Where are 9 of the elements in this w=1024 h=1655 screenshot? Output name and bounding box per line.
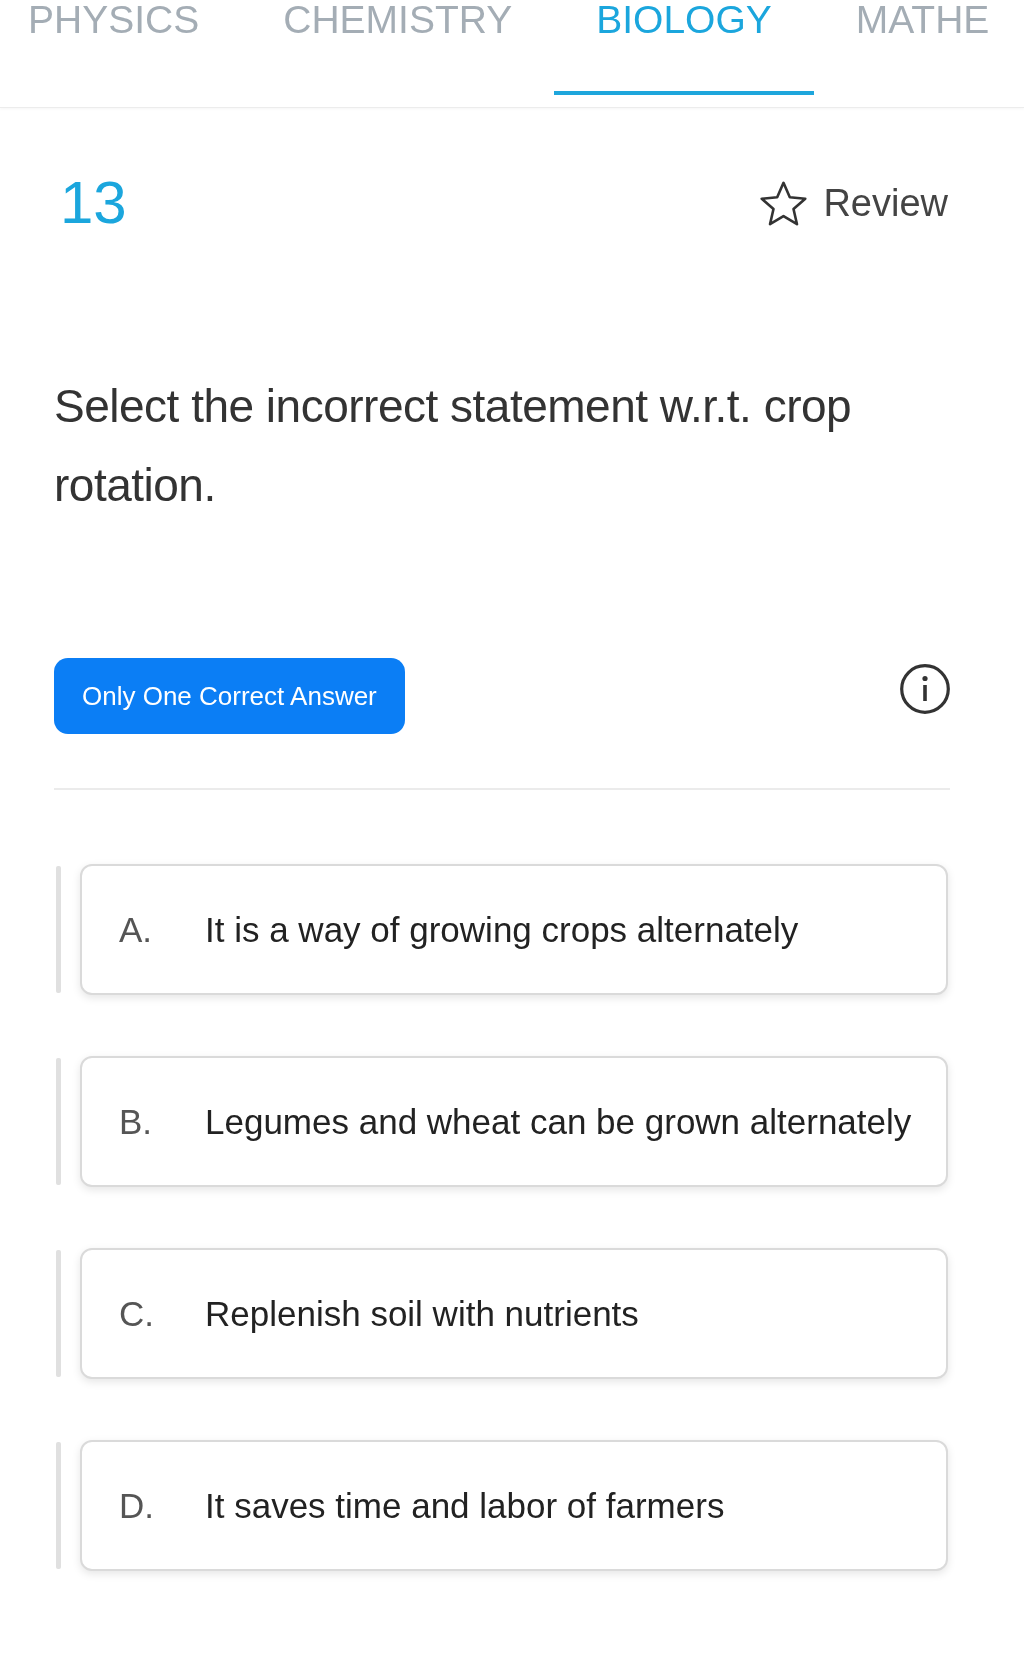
answer-type-badge: Only One Correct Answer — [54, 658, 405, 734]
review-button[interactable]: Review — [760, 180, 948, 226]
answer-option[interactable]: D. It saves time and labor of farmers — [80, 1440, 948, 1571]
answer-option[interactable]: C. Replenish soil with nutrients — [80, 1248, 948, 1379]
info-icon[interactable] — [900, 664, 950, 714]
answer-option[interactable]: A. It is a way of growing crops alternately — [80, 864, 948, 995]
answer-option[interactable]: B. Legumes and wheat can be grown alternately — [80, 1056, 948, 1187]
question-text: Select the incorrect statement w.r.t. crop rotation. — [54, 379, 853, 513]
question-number: 13 — [60, 173, 127, 233]
